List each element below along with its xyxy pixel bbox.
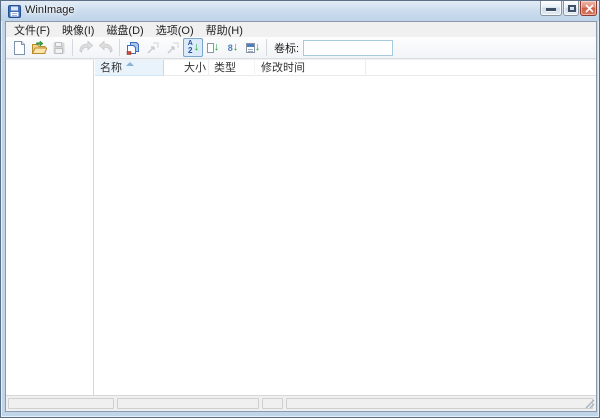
status-panel <box>117 398 259 409</box>
column-header-modified[interactable]: 修改时间 <box>256 60 366 76</box>
menu-options[interactable]: 选项(O) <box>150 21 200 39</box>
green-down-arrow-icon: ↓ <box>193 41 200 53</box>
directory-tree-panel[interactable] <box>6 60 92 395</box>
file-list-body[interactable] <box>95 77 596 395</box>
status-panel <box>286 398 593 409</box>
menu-image[interactable]: 映像(I) <box>56 21 100 39</box>
menu-file[interactable]: 文件(F) <box>8 21 56 39</box>
inject-arrow-icon <box>98 39 113 53</box>
menu-help[interactable]: 帮助(H) <box>200 21 249 39</box>
volume-label-input[interactable] <box>303 39 394 56</box>
window-title: WinImage <box>25 4 75 16</box>
sort-by-name-icon: A 2 <box>187 40 193 55</box>
toolbar: A 2 ↓ ↓ 8 ↓ ↓ 卷标: <box>6 37 596 59</box>
new-document-icon <box>14 40 25 55</box>
list-header: 名称 大小 类型 修改时间 <box>95 60 596 76</box>
maximize-button[interactable] <box>563 1 579 16</box>
client-area: 文件(F) 映像(I) 磁盘(D) 选项(O) 帮助(H) A 2 ↓ ↓ 8 … <box>5 21 597 412</box>
open-folder-icon <box>31 39 47 54</box>
column-header-name[interactable]: 名称 <box>95 60 164 76</box>
open-image-button[interactable] <box>29 38 49 57</box>
status-panel <box>262 398 283 409</box>
extract-arrow-icon <box>79 39 94 53</box>
volume-label: 卷标: <box>274 42 300 55</box>
statusbar <box>6 395 596 411</box>
column-header-type[interactable]: 类型 <box>210 60 255 76</box>
change-format-button[interactable] <box>143 38 163 57</box>
change-size-button[interactable] <box>163 38 183 57</box>
maximize-icon <box>568 5 576 12</box>
sort-by-name-button[interactable]: A 2 ↓ <box>183 38 203 57</box>
sort-by-size-button[interactable]: 8 ↓ <box>223 38 243 57</box>
close-icon <box>585 4 594 13</box>
close-button[interactable] <box>580 1 597 16</box>
extract-files-button[interactable] <box>76 38 96 57</box>
inject-files-button[interactable] <box>96 38 116 57</box>
toolbar-separator <box>72 39 73 56</box>
content-area: 名称 大小 类型 修改时间 <box>6 60 596 395</box>
winimage-window: WinImage 文件(F) 映像(I) 磁盘(D) 选项(O) 帮助(H) A… <box>0 0 600 418</box>
column-header-size[interactable]: 大小 <box>165 60 209 76</box>
sort-by-extension-button[interactable]: ↓ <box>203 38 223 57</box>
green-down-arrow-icon: ↓ <box>254 41 261 53</box>
sort-ascending-arrow-icon <box>126 62 134 66</box>
titlebar: WinImage <box>1 1 599 21</box>
status-panel <box>8 398 114 409</box>
menubar: 文件(F) 映像(I) 磁盘(D) 选项(O) 帮助(H) <box>6 22 596 37</box>
change-format-icon <box>147 41 159 54</box>
minimize-icon <box>546 8 556 11</box>
resize-grip[interactable] <box>584 398 596 410</box>
toolbar-separator <box>266 39 267 56</box>
window-controls <box>539 1 597 16</box>
add-files-icon <box>126 41 139 55</box>
toolbar-separator <box>119 39 120 56</box>
new-image-button[interactable] <box>9 38 29 57</box>
save-floppy-icon <box>53 41 65 54</box>
panel-splitter[interactable] <box>92 60 94 395</box>
sort-by-date-icon <box>245 42 255 53</box>
green-down-arrow-icon: ↓ <box>232 41 239 53</box>
sort-by-date-button[interactable]: ↓ <box>243 38 263 57</box>
change-size-icon <box>167 41 179 54</box>
green-down-arrow-icon: ↓ <box>213 41 220 53</box>
menu-disk[interactable]: 磁盘(D) <box>100 21 149 39</box>
save-image-button[interactable] <box>49 38 69 57</box>
file-list-panel: 名称 大小 类型 修改时间 <box>95 60 596 395</box>
winimage-app-icon <box>8 5 21 18</box>
sort-by-extension-icon <box>206 42 214 53</box>
minimize-button[interactable] <box>540 1 562 16</box>
add-files-button[interactable] <box>123 38 143 57</box>
